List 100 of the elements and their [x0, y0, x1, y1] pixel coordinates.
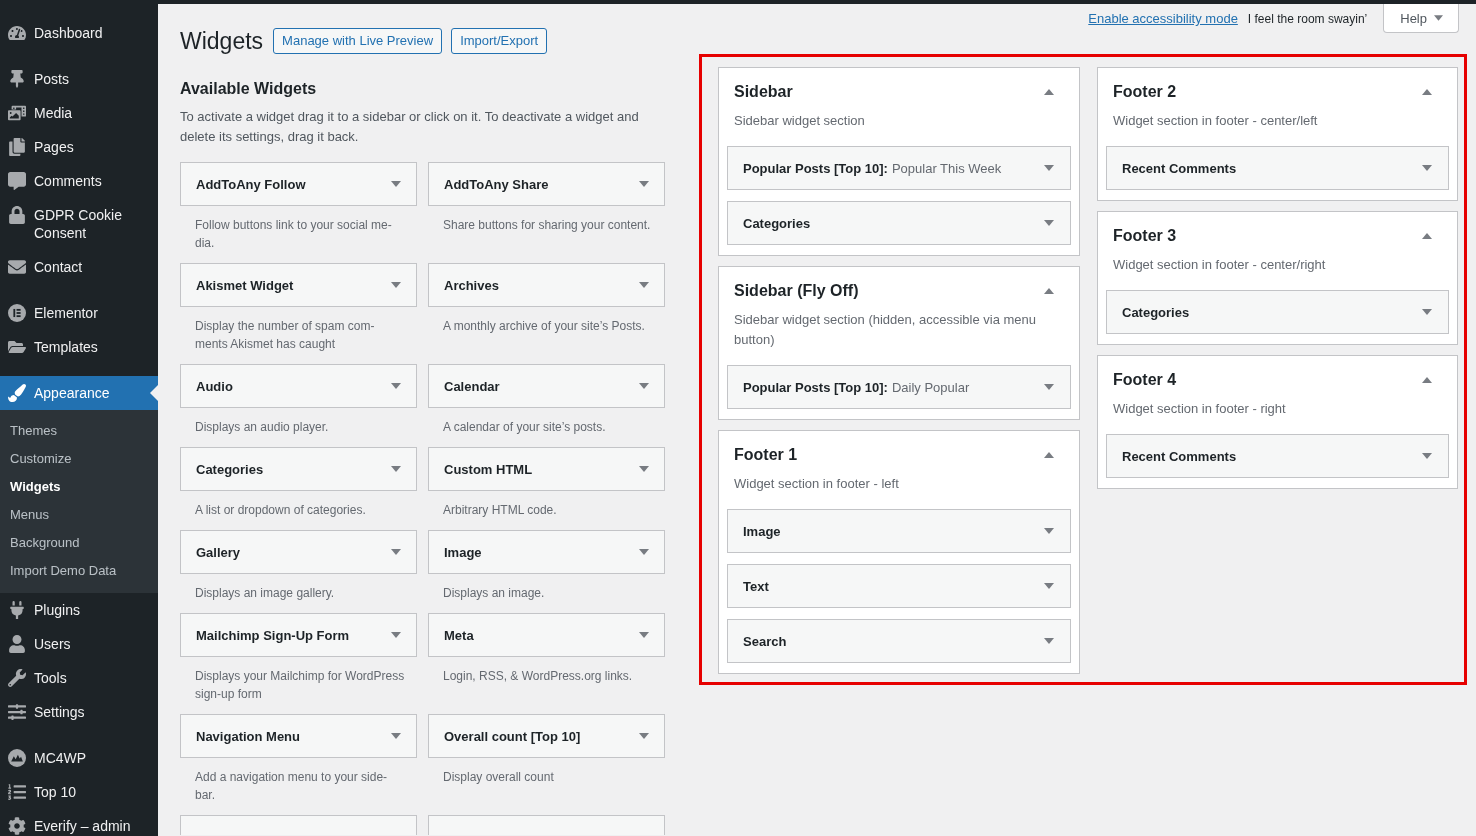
- caret-down-icon[interactable]: [639, 632, 649, 638]
- widget-description: Display overall count: [442, 769, 555, 786]
- menu-item[interactable]: Appearance: [0, 376, 158, 410]
- menu-item[interactable]: Pages: [0, 130, 158, 164]
- widget-area-title: Footer 1: [734, 445, 798, 465]
- caret-down-icon[interactable]: [391, 549, 401, 555]
- menu-item[interactable]: MC4WP: [0, 741, 158, 775]
- widget-area-description: Sidebar widget section (hidden, accessible via menu button): [733, 311, 1038, 349]
- widget-item[interactable]: Popular Posts [Top 10]: Popular This Week: [727, 146, 1071, 190]
- menu-item[interactable]: Media: [0, 96, 158, 130]
- photo-gallery-icon: [8, 104, 26, 122]
- submenu-item[interactable]: Menus: [0, 501, 158, 529]
- caret-down-icon[interactable]: [639, 733, 649, 739]
- widget-item[interactable]: Search: [727, 619, 1071, 663]
- widget-item[interactable]: Categories: [727, 201, 1071, 245]
- caret-down-icon[interactable]: [391, 282, 401, 288]
- caret-down-icon[interactable]: [639, 549, 649, 555]
- caret-down-icon[interactable]: [391, 383, 401, 389]
- caret-down-icon[interactable]: [1044, 165, 1054, 171]
- widget-item[interactable]: Image: [727, 509, 1071, 553]
- caret-up-icon[interactable]: [1044, 89, 1054, 95]
- submenu-item[interactable]: Themes: [0, 417, 158, 445]
- widget-item[interactable]: Overall count [Top 10]: [428, 714, 665, 758]
- caret-down-icon[interactable]: [1422, 165, 1432, 171]
- help-button[interactable]: Help: [1383, 4, 1459, 33]
- widget-description: Displays an audio player.: [194, 419, 330, 436]
- caret-down-icon[interactable]: [639, 282, 649, 288]
- submenu-item[interactable]: Background: [0, 529, 158, 557]
- speech-bubble-icon: [8, 172, 26, 190]
- widget-item[interactable]: Custom HTML: [428, 447, 665, 491]
- widget-item[interactable]: Akismet Widget: [180, 263, 417, 307]
- page-action-button[interactable]: Manage with Live Preview: [273, 28, 443, 54]
- caret-down-icon[interactable]: [639, 383, 649, 389]
- menu-item[interactable]: Templates: [0, 330, 158, 364]
- page-action-button[interactable]: Import/Export: [451, 28, 548, 54]
- submenu-item[interactable]: Customize: [0, 445, 158, 473]
- widget-description: Display the number of spam com-ments Akismet has caught: [194, 318, 376, 353]
- caret-down-icon[interactable]: [391, 181, 401, 187]
- widget-item[interactable]: Meta: [428, 613, 665, 657]
- widget-description: Displays an image gallery.: [194, 585, 336, 602]
- widget-item[interactable]: Calendar: [428, 364, 665, 408]
- menu-item[interactable]: Settings: [0, 695, 158, 729]
- pushpin-icon: [8, 70, 26, 88]
- widget-area-title: Footer 3: [1113, 226, 1177, 246]
- accessibility-mode-link[interactable]: Enable accessibility mode: [1088, 11, 1238, 26]
- widget-item[interactable]: Audio: [180, 364, 417, 408]
- menu-item[interactable]: Tools: [0, 661, 158, 695]
- menu-item[interactable]: Contact: [0, 250, 158, 284]
- widget-item[interactable]: Gallery: [180, 530, 417, 574]
- menu-item[interactable]: Users: [0, 627, 158, 661]
- menu-item[interactable]: Everify – admin: [0, 809, 158, 836]
- caret-up-icon[interactable]: [1044, 452, 1054, 458]
- sliders-icon: [8, 703, 26, 721]
- widget-item[interactable]: Popular Posts [Top 10]: Daily Popular: [727, 365, 1071, 409]
- caret-down-icon[interactable]: [1044, 583, 1054, 589]
- menu-item[interactable]: GDPR Cookie Consent: [0, 198, 158, 250]
- caret-down-icon[interactable]: [639, 181, 649, 187]
- caret-down-icon[interactable]: [1044, 384, 1054, 390]
- caret-up-icon[interactable]: [1422, 89, 1432, 95]
- user-icon: [8, 635, 26, 653]
- widget-item[interactable]: AddToAny Share: [428, 162, 665, 206]
- caret-down-icon[interactable]: [391, 733, 401, 739]
- numbered-list-icon: [8, 783, 26, 801]
- menu-item[interactable]: Posts: [0, 62, 158, 96]
- widget-description: A list or dropdown of categories.: [194, 502, 367, 519]
- caret-down-icon[interactable]: [1422, 453, 1432, 459]
- widget-item[interactable]: Text: [727, 564, 1071, 608]
- caret-down-icon[interactable]: [1044, 220, 1054, 226]
- caret-up-icon[interactable]: [1044, 288, 1054, 294]
- menu-item[interactable]: Plugins: [0, 593, 158, 627]
- folder-icon: [8, 338, 26, 356]
- submenu-item[interactable]: Import Demo Data: [0, 557, 158, 585]
- caret-down-icon[interactable]: [1422, 309, 1432, 315]
- menu-item[interactable]: Elementor: [0, 296, 158, 330]
- caret-up-icon[interactable]: [1422, 377, 1432, 383]
- widget-item[interactable]: Navigation Menu: [180, 714, 417, 758]
- section-title: Available Widgets: [180, 79, 318, 99]
- widget-description: A calendar of your site’s posts.: [442, 419, 607, 436]
- caret-down-icon[interactable]: [639, 466, 649, 472]
- widget-item[interactable]: Categories: [1106, 290, 1449, 334]
- caret-down-icon[interactable]: [1044, 528, 1054, 534]
- widget-area-description: Sidebar widget section: [733, 112, 866, 130]
- widget-item[interactable]: AddToAny Follow: [180, 162, 417, 206]
- caret-up-icon[interactable]: [1422, 233, 1432, 239]
- widget-instance-title: Daily Popular: [891, 379, 970, 395]
- caret-down-icon[interactable]: [391, 632, 401, 638]
- menu-item[interactable]: Comments: [0, 164, 158, 198]
- widget-item[interactable]: Recent Comments: [1106, 434, 1449, 478]
- widget-item[interactable]: Categories: [180, 447, 417, 491]
- submenu-item[interactable]: Widgets: [0, 473, 158, 501]
- widget-item[interactable]: Image: [428, 530, 665, 574]
- widget-area-title: Sidebar (Fly Off): [734, 281, 859, 301]
- widget-item[interactable]: Recent Comments: [1106, 146, 1449, 190]
- widget-item[interactable]: Archives: [428, 263, 665, 307]
- widget-item[interactable]: Mailchimp Sign-Up Form: [180, 613, 417, 657]
- caret-down-icon[interactable]: [391, 466, 401, 472]
- menu-item[interactable]: Dashboard: [0, 16, 158, 50]
- caret-down-icon[interactable]: [1044, 638, 1054, 644]
- gear-icon: [8, 817, 26, 835]
- menu-item[interactable]: Top 10: [0, 775, 158, 809]
